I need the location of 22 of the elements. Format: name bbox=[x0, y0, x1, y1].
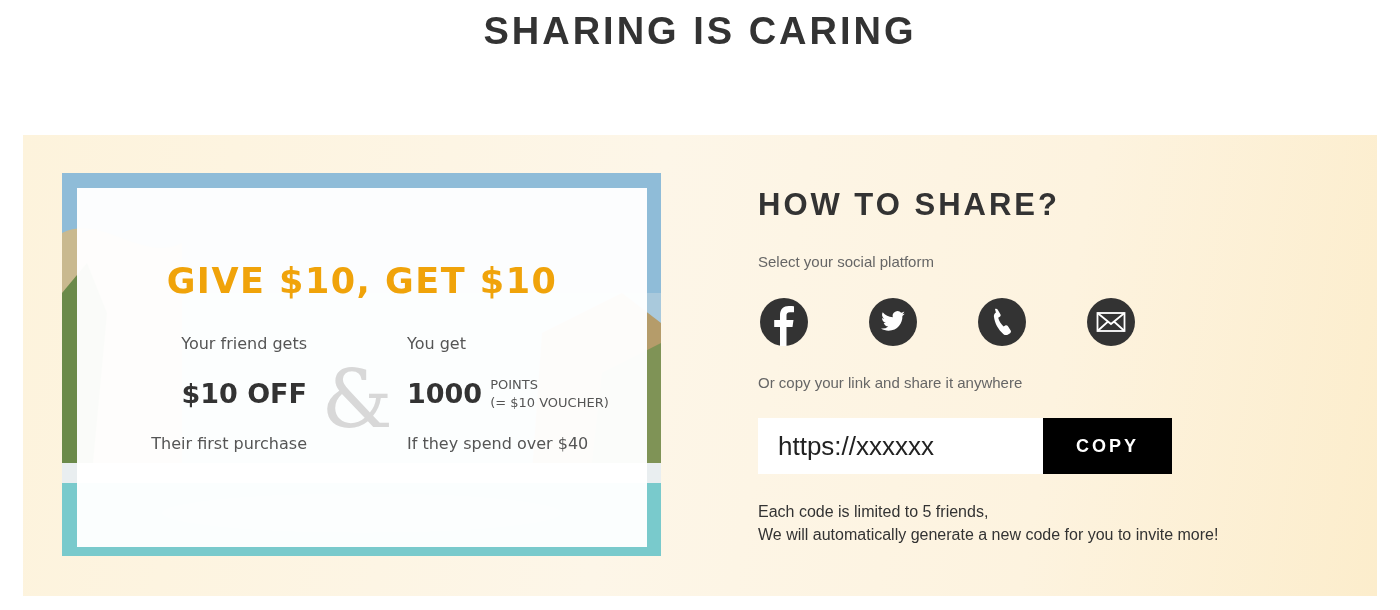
friend-label: Your friend gets bbox=[181, 333, 307, 355]
your-condition: If they spend over $40 bbox=[407, 433, 589, 455]
facebook-icon[interactable] bbox=[760, 298, 808, 346]
envelope-icon[interactable] bbox=[1087, 298, 1135, 346]
friend-reward: $10 OFF bbox=[181, 377, 307, 411]
link-field[interactable]: https://xxxxxx bbox=[758, 418, 1043, 474]
copy-button[interactable]: COPY bbox=[1043, 418, 1172, 474]
page-title: SHARING IS CARING bbox=[482, 9, 918, 54]
phone-icon[interactable] bbox=[978, 298, 1026, 346]
points-unit: POINTS bbox=[490, 376, 539, 394]
friend-condition: Their first purchase bbox=[151, 433, 307, 455]
offer-headline: GIVE $10, GET $10 bbox=[166, 261, 558, 301]
copy-prompt: Or copy your link and share it anywhere bbox=[758, 374, 1024, 391]
ampersand-text: & bbox=[320, 351, 394, 446]
voucher-value: (= $10 VOUCHER) bbox=[490, 394, 609, 412]
note-text: Each code is limited to 5 friends, bbox=[758, 502, 990, 522]
your-label: You get bbox=[407, 333, 466, 355]
platform-prompt: Select your social platform bbox=[758, 253, 935, 270]
note-text: We will automatically generate a new code for you to invite more! bbox=[758, 525, 1219, 545]
share-heading: HOW TO SHARE? bbox=[758, 187, 1061, 223]
bird-icon[interactable] bbox=[869, 298, 917, 346]
points-amount: 1000 bbox=[407, 377, 483, 411]
